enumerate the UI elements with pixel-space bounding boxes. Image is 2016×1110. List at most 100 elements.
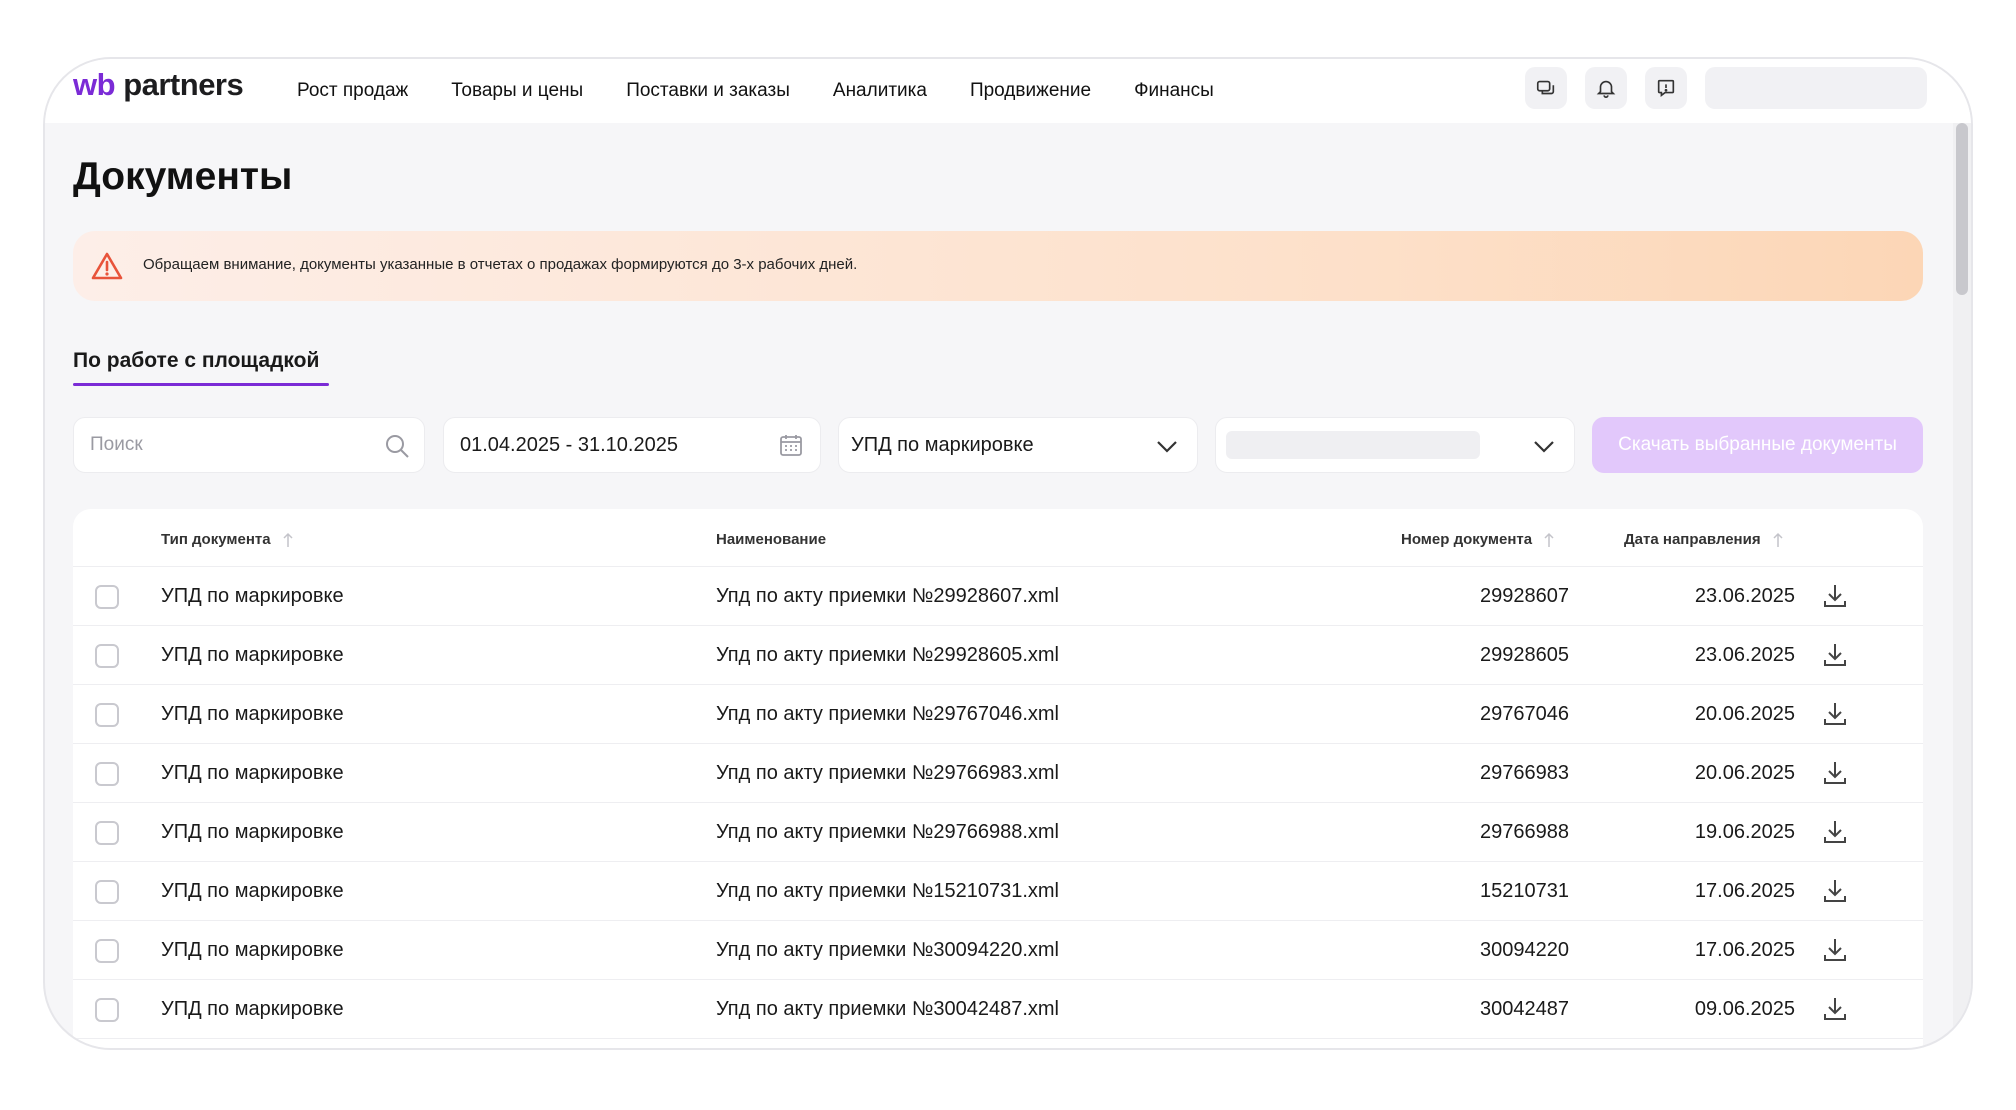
- row-checkbox[interactable]: [95, 821, 119, 845]
- chevron-down-icon: [1157, 441, 1177, 453]
- header-name: Наименование: [716, 531, 827, 548]
- cell-number: 30094220: [1480, 939, 1569, 961]
- tab-platform-documents[interactable]: По работе с площадкой: [73, 349, 319, 373]
- cell-type: УПД по маркировке: [161, 880, 344, 902]
- row-checkbox[interactable]: [95, 762, 119, 786]
- cell-type: УПД по маркировке: [161, 998, 344, 1020]
- sort-arrow-icon[interactable]: [1773, 532, 1783, 548]
- nav-analytics[interactable]: Аналитика: [833, 80, 927, 102]
- sort-arrow-icon[interactable]: [283, 532, 293, 548]
- documents-table: Тип документа Наименование Номер докумен…: [73, 509, 1923, 1048]
- table-row: УПД по маркировке Упд по акту приемки №2…: [73, 744, 1923, 803]
- cell-date: 20.06.2025: [1694, 762, 1795, 784]
- cell-name: Упд по акту приемки №29766988.xml: [716, 821, 1059, 843]
- cell-date: 17.06.2025: [1694, 939, 1795, 961]
- cell-date: 23.06.2025: [1694, 585, 1795, 607]
- cell-number: 29767046: [1480, 703, 1569, 725]
- download-icon[interactable]: [1821, 818, 1849, 846]
- main-nav: Рост продаж Товары и цены Поставки и зак…: [297, 59, 1257, 123]
- cell-name: Упд по акту приемки №29767046.xml: [716, 703, 1059, 725]
- cell-number: 15210731: [1480, 880, 1569, 902]
- search-icon[interactable]: [384, 433, 410, 459]
- cell-number: 30042487: [1480, 998, 1569, 1020]
- row-checkbox[interactable]: [95, 880, 119, 904]
- download-icon[interactable]: [1821, 995, 1849, 1023]
- calendar-icon[interactable]: [778, 432, 804, 458]
- page-scrollbar[interactable]: [1953, 123, 1971, 1048]
- select-placeholder: [1226, 431, 1480, 459]
- header-document-type[interactable]: Тип документа: [161, 531, 293, 548]
- logo[interactable]: wb partners: [73, 67, 244, 103]
- sort-arrow-icon[interactable]: [1544, 532, 1554, 548]
- cell-number: 29928605: [1480, 644, 1569, 666]
- row-checkbox[interactable]: [95, 939, 119, 963]
- cell-name: Упд по акту приемки №29928607.xml: [716, 585, 1059, 607]
- profile-menu[interactable]: [1705, 67, 1927, 109]
- cell-name: Упд по акту приемки №15210731.xml: [716, 880, 1059, 902]
- cell-name: Упд по акту приемки №29928605.xml: [716, 644, 1059, 666]
- cell-date: 23.06.2025: [1694, 644, 1795, 666]
- cell-name: Упд по акту приемки №30042487.xml: [716, 998, 1059, 1020]
- cell-date: 17.06.2025: [1694, 880, 1795, 902]
- tab-active-indicator: [73, 383, 329, 386]
- page-title: Документы: [73, 155, 293, 198]
- table-row: УПД по маркировке Упд по акту приемки №2…: [73, 685, 1923, 744]
- cell-name: Упд по акту приемки №29766983.xml: [716, 762, 1059, 784]
- date-range-value: 01.04.2025 - 31.10.2025: [460, 433, 678, 456]
- bell-icon: [1596, 80, 1616, 98]
- notifications-button[interactable]: [1585, 67, 1627, 109]
- table-row: УПД по маркировке Упд по акту приемки №3…: [73, 921, 1923, 980]
- nav-finance[interactable]: Финансы: [1134, 80, 1214, 102]
- warning-text: Обращаем внимание, документы указанные в…: [143, 256, 858, 273]
- document-type-select[interactable]: УПД по маркировке: [838, 417, 1198, 473]
- download-icon[interactable]: [1821, 936, 1849, 964]
- cell-type: УПД по маркировке: [161, 703, 344, 725]
- warning-banner: Обращаем внимание, документы указанные в…: [73, 231, 1923, 301]
- cell-date: 19.06.2025: [1694, 821, 1795, 843]
- nav-promotion[interactable]: Продвижение: [970, 80, 1091, 102]
- nav-supplies-orders[interactable]: Поставки и заказы: [626, 80, 790, 102]
- cell-name: Упд по акту приемки №30094220.xml: [716, 939, 1059, 961]
- row-checkbox[interactable]: [95, 644, 119, 668]
- cell-number: 29928607: [1480, 585, 1569, 607]
- row-checkbox[interactable]: [95, 585, 119, 609]
- cell-date: 20.06.2025: [1694, 703, 1795, 725]
- top-actions: [1525, 67, 1927, 109]
- search-input[interactable]: [90, 434, 380, 456]
- cell-type: УПД по маркировке: [161, 939, 344, 961]
- search-field: [73, 417, 425, 473]
- download-icon[interactable]: [1821, 582, 1849, 610]
- secondary-select[interactable]: [1215, 417, 1575, 473]
- table-row: УПД по маркировке Упд по акту приемки №1…: [73, 862, 1923, 921]
- nav-products-prices[interactable]: Товары и цены: [451, 80, 583, 102]
- warning-icon: [91, 252, 123, 280]
- logo-partners: partners: [123, 67, 244, 102]
- cell-date: 09.06.2025: [1694, 998, 1795, 1020]
- cell-number: 29766988: [1480, 821, 1569, 843]
- table-row: УПД по маркировке Упд по акту приемки №2…: [73, 803, 1923, 862]
- download-icon[interactable]: [1821, 641, 1849, 669]
- chat-button[interactable]: [1525, 67, 1567, 109]
- cell-number: 29766983: [1480, 762, 1569, 784]
- header-document-number[interactable]: Номер документа: [1401, 531, 1554, 548]
- support-icon: [1657, 79, 1675, 97]
- download-selected-button[interactable]: Скачать выбранные документы: [1592, 417, 1923, 473]
- chat-icon: [1536, 80, 1555, 95]
- download-icon[interactable]: [1821, 759, 1849, 787]
- download-icon[interactable]: [1821, 700, 1849, 728]
- table-header: Тип документа Наименование Номер докумен…: [73, 509, 1923, 567]
- support-button[interactable]: [1645, 67, 1687, 109]
- date-range-picker[interactable]: 01.04.2025 - 31.10.2025: [443, 417, 821, 473]
- nav-sales-growth[interactable]: Рост продаж: [297, 80, 408, 102]
- chevron-down-icon: [1534, 441, 1554, 453]
- document-type-value: УПД по маркировке: [851, 433, 1034, 456]
- header-send-date[interactable]: Дата направления: [1624, 531, 1783, 548]
- row-checkbox[interactable]: [95, 998, 119, 1022]
- scrollbar-thumb[interactable]: [1956, 123, 1968, 295]
- table-row: УПД по маркировке Упд по акту приемки №3…: [73, 980, 1923, 1039]
- logo-wb: wb: [73, 67, 116, 102]
- table-row: УПД по маркировке Упд по акту приемки №2…: [73, 567, 1923, 626]
- row-checkbox[interactable]: [95, 703, 119, 727]
- cell-type: УПД по маркировке: [161, 585, 344, 607]
- download-icon[interactable]: [1821, 877, 1849, 905]
